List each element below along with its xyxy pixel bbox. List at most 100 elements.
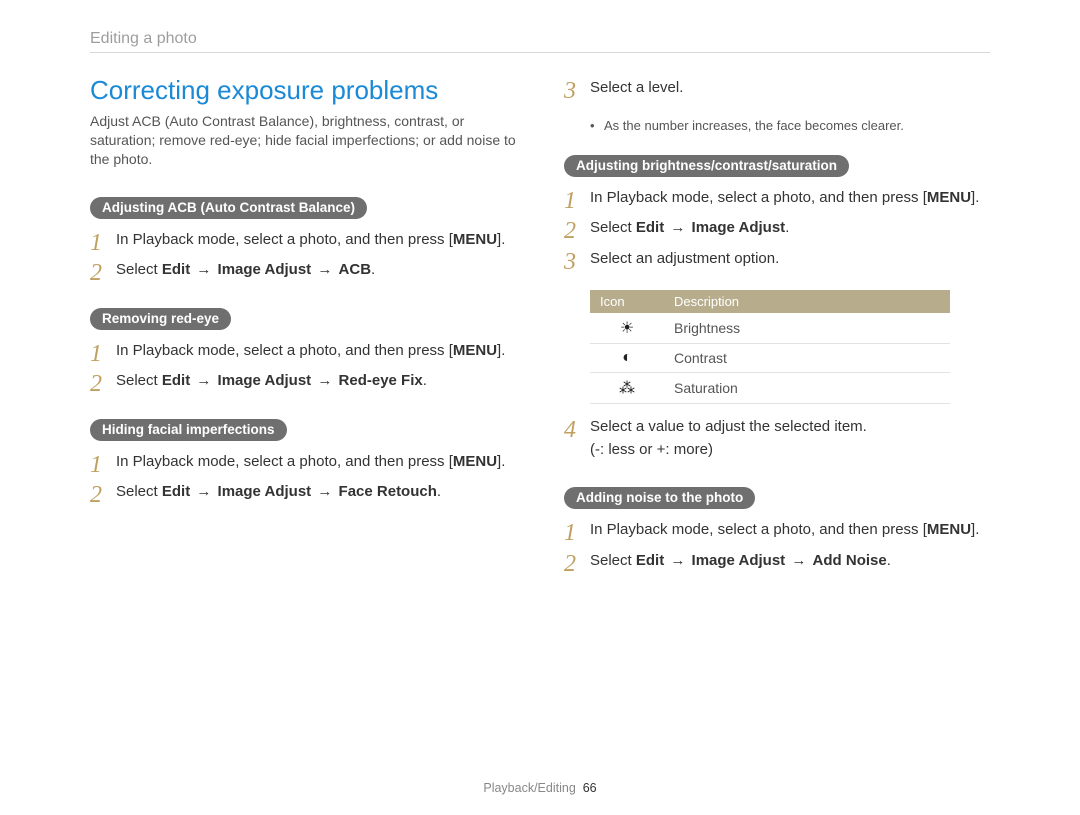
menu-key: [MENU]: [449, 342, 502, 359]
noise-step-1: 1 In Playback mode, select a photo, and …: [564, 519, 990, 542]
step-text: In Playback mode, select a photo, and th…: [116, 453, 449, 470]
arrow-icon: →: [789, 552, 808, 569]
step-text-tail: .: [975, 189, 979, 206]
bcs-step-3: 3 Select an adjustment option.: [564, 248, 990, 271]
period: .: [423, 372, 427, 389]
path-edit: Edit: [162, 372, 190, 389]
path-edit: Edit: [162, 261, 190, 278]
acb-steps: 1 In Playback mode, select a photo, and …: [90, 229, 516, 282]
table-row: ☀ Brightness: [590, 313, 950, 344]
period: .: [785, 219, 789, 236]
path-image-adjust: Image Adjust: [218, 261, 312, 278]
step-text: Select: [590, 552, 636, 569]
path-add-noise: Add Noise: [813, 552, 887, 569]
breadcrumb: Editing a photo: [90, 30, 990, 53]
step-text: Select: [590, 219, 636, 236]
step-subtext: (-: less or +: more): [590, 441, 713, 458]
period: .: [371, 261, 375, 278]
section-face-title: Hiding facial imperfections: [90, 419, 287, 441]
footer-section: Playback/Editing: [483, 781, 575, 795]
menu-key: [MENU]: [449, 453, 502, 470]
saturation-icon: ⁂: [590, 373, 664, 404]
adjust-options-table: Icon Description ☀ Brightness ◐ Contrast…: [590, 290, 950, 404]
face-steps: 1 In Playback mode, select a photo, and …: [90, 451, 516, 504]
bcs-step-2: 2 Select Edit → Image Adjust.: [564, 217, 990, 240]
brightness-label: Brightness: [664, 313, 950, 344]
section-acb-title: Adjusting ACB (Auto Contrast Balance): [90, 197, 367, 219]
step-text: Select: [116, 483, 162, 500]
noise-step-2: 2 Select Edit → Image Adjust → Add Noise…: [564, 550, 990, 573]
table-header-description: Description: [664, 290, 950, 313]
redeye-step-2: 2 Select Edit → Image Adjust → Red-eye F…: [90, 370, 516, 393]
step-text: Select: [116, 261, 162, 278]
step-text: In Playback mode, select a photo, and th…: [116, 231, 449, 248]
step-text: Select: [116, 372, 162, 389]
face-step-3: 3 Select a level.: [564, 77, 990, 100]
arrow-icon: →: [194, 372, 213, 389]
face-step-1: 1 In Playback mode, select a photo, and …: [90, 451, 516, 474]
manual-page: Editing a photo Correcting exposure prob…: [0, 0, 1080, 815]
table-header-row: Icon Description: [590, 290, 950, 313]
bcs-steps-4: 4 Select a value to adjust the selected …: [564, 416, 990, 461]
arrow-icon: →: [315, 372, 334, 389]
menu-key: [MENU]: [923, 521, 976, 538]
content-columns: Correcting exposure problems Adjust ACB …: [90, 71, 990, 592]
path-image-adjust: Image Adjust: [692, 552, 786, 569]
step-text: In Playback mode, select a photo, and th…: [590, 521, 923, 538]
section-redeye-title: Removing red-eye: [90, 308, 231, 330]
step-text-tail: .: [501, 231, 505, 248]
arrow-icon: →: [315, 483, 334, 500]
redeye-steps: 1 In Playback mode, select a photo, and …: [90, 340, 516, 393]
page-title: Correcting exposure problems: [90, 75, 516, 106]
page-number: 66: [583, 781, 597, 795]
brightness-icon: ☀: [590, 313, 664, 344]
page-footer: Playback/Editing 66: [0, 781, 1080, 795]
step-number: 3: [564, 73, 576, 109]
period: .: [887, 552, 891, 569]
noise-steps: 1 In Playback mode, select a photo, and …: [564, 519, 990, 572]
path-image-adjust: Image Adjust: [218, 483, 312, 500]
step-text: Select a value to adjust the selected it…: [590, 418, 867, 435]
arrow-icon: →: [194, 261, 213, 278]
face-note: As the number increases, the face become…: [564, 118, 990, 133]
step-number: 2: [90, 255, 102, 291]
arrow-icon: →: [194, 483, 213, 500]
section-noise-title: Adding noise to the photo: [564, 487, 755, 509]
bcs-step-1: 1 In Playback mode, select a photo, and …: [564, 187, 990, 210]
bcs-step-4: 4 Select a value to adjust the selected …: [564, 416, 990, 461]
path-edit: Edit: [162, 483, 190, 500]
table-row: ⁂ Saturation: [590, 373, 950, 404]
period: .: [437, 483, 441, 500]
redeye-step-1: 1 In Playback mode, select a photo, and …: [90, 340, 516, 363]
bcs-steps: 1 In Playback mode, select a photo, and …: [564, 187, 990, 271]
path-redeye-fix: Red-eye Fix: [339, 372, 423, 389]
step-text: Select an adjustment option.: [590, 250, 779, 267]
path-edit: Edit: [636, 219, 664, 236]
path-image-adjust: Image Adjust: [692, 219, 786, 236]
path-image-adjust: Image Adjust: [218, 372, 312, 389]
step-text-tail: .: [501, 342, 505, 359]
acb-step-2: 2 Select Edit → Image Adjust → ACB.: [90, 259, 516, 282]
step-text: In Playback mode, select a photo, and th…: [116, 342, 449, 359]
right-column: 3 Select a level. As the number increase…: [564, 71, 990, 592]
face-step-2: 2 Select Edit → Image Adjust → Face Reto…: [90, 481, 516, 504]
step-number: 4: [564, 412, 576, 448]
step-number: 2: [90, 366, 102, 402]
arrow-icon: →: [668, 552, 687, 569]
step-number: 2: [564, 546, 576, 582]
step-text: Select a level.: [590, 79, 683, 96]
path-face-retouch: Face Retouch: [339, 483, 437, 500]
path-edit: Edit: [636, 552, 664, 569]
step-text-tail: .: [501, 453, 505, 470]
path-acb: ACB: [339, 261, 372, 278]
menu-key: [MENU]: [923, 189, 976, 206]
table-row: ◐ Contrast: [590, 344, 950, 373]
face-steps-cont: 3 Select a level.: [564, 77, 990, 100]
contrast-icon: ◐: [590, 344, 664, 373]
acb-step-1: 1 In Playback mode, select a photo, and …: [90, 229, 516, 252]
menu-key: [MENU]: [449, 231, 502, 248]
step-number: 3: [564, 244, 576, 280]
step-number: 2: [90, 477, 102, 513]
section-bcs-title: Adjusting brightness/contrast/saturation: [564, 155, 849, 177]
arrow-icon: →: [668, 219, 687, 236]
